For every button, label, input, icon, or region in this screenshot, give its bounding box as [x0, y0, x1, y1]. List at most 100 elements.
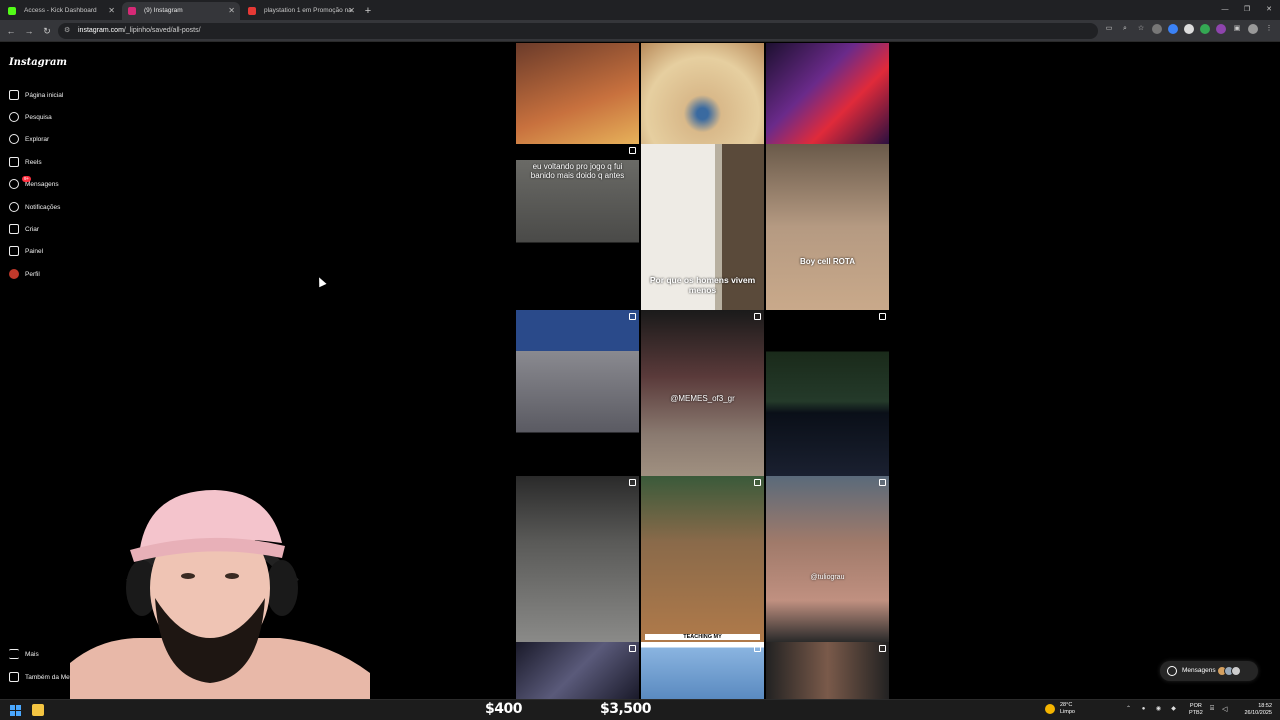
search-icon — [9, 112, 19, 122]
extension-green-icon[interactable] — [1200, 24, 1210, 34]
reel-icon — [629, 645, 636, 652]
sidebar-item-create[interactable]: Criar — [9, 222, 39, 236]
weather-widget[interactable]: 28°C Limpo — [1045, 702, 1075, 716]
post-tile[interactable]: @tuliograu — [766, 476, 889, 642]
back-icon[interactable]: ← — [4, 23, 18, 39]
tab-title: (9) Instagram — [144, 7, 183, 14]
messenger-icon — [1167, 666, 1177, 676]
extension-blue-icon[interactable] — [1168, 24, 1178, 34]
post-tile[interactable]: eu voltando pro jogo q fui banido mais d… — [516, 144, 639, 260]
forward-icon[interactable]: → — [22, 23, 36, 39]
instagram-logo[interactable]: Instagram — [9, 57, 67, 68]
weather-desc: Limpo — [1060, 709, 1075, 715]
extensions-puzzle-icon[interactable]: ▣ — [1232, 24, 1242, 34]
maximize-icon[interactable]: ❐ — [1236, 0, 1258, 20]
meta-icon — [9, 672, 19, 682]
shop-favicon-icon — [248, 7, 256, 15]
post-caption: eu voltando pro jogo q fui banido mais d… — [530, 162, 625, 180]
chevron-up-icon[interactable]: ⌃ — [1124, 705, 1133, 714]
weather-sun-icon — [1045, 704, 1055, 714]
close-tab-icon[interactable]: ✕ — [108, 2, 115, 20]
sidebar-item-home[interactable]: Página inicial — [9, 88, 63, 102]
tab-title: playstation 1 em Promoção na — [264, 7, 352, 14]
extension-shield-icon[interactable] — [1152, 24, 1162, 34]
browser-tab-kick[interactable]: Access - Kick Dashboard ✕ — [2, 2, 120, 20]
sidebar-item-profile[interactable]: Perfil — [9, 267, 40, 281]
streamer-webcam-image — [70, 490, 370, 700]
sidebar-item-search[interactable]: Pesquisa — [9, 110, 52, 124]
extension-purple-icon[interactable] — [1216, 24, 1226, 34]
sidebar-item-more[interactable]: Mais — [9, 647, 39, 661]
post-tile[interactable]: @MEMES_of3_gr — [641, 310, 764, 476]
browser-menu-icon[interactable]: ⋮ — [1264, 24, 1274, 34]
cast-icon[interactable]: ▭ — [1104, 24, 1114, 34]
reel-icon — [629, 479, 636, 486]
extension-white-icon[interactable] — [1184, 24, 1194, 34]
post-tile[interactable] — [516, 476, 639, 642]
sidebar-item-label: Notificações — [25, 203, 61, 211]
sidebar-item-label: Página inicial — [25, 91, 64, 99]
post-caption: Por que os homens vivem menos — [649, 275, 756, 295]
reload-icon[interactable]: ↻ — [40, 23, 54, 39]
post-tile[interactable] — [516, 310, 639, 446]
post-tile[interactable]: Boy cell ROTA — [766, 144, 889, 310]
file-explorer-icon[interactable] — [32, 704, 44, 716]
sidebar-item-label: Reels — [25, 158, 42, 166]
post-tile[interactable] — [766, 310, 889, 476]
browser-tab-bar: Access - Kick Dashboard ✕ (9) Instagram … — [0, 0, 1280, 20]
close-tab-icon[interactable]: ✕ — [348, 2, 355, 20]
post-tile[interactable] — [766, 642, 889, 699]
home-icon — [9, 90, 19, 100]
reel-icon — [754, 313, 761, 320]
webcam-overlay — [70, 488, 370, 700]
bookmark-star-icon[interactable]: ☆ — [1136, 24, 1146, 34]
close-tab-icon[interactable]: ✕ — [228, 2, 235, 20]
browser-tab-shopping[interactable]: playstation 1 em Promoção na ✕ — [242, 2, 360, 20]
tray-app-icon[interactable]: ● — [1139, 705, 1148, 714]
overlay-money-left: $400 — [485, 701, 522, 717]
tray-app-icon[interactable]: ◉ — [1154, 705, 1163, 714]
sidebar-item-notifications[interactable]: Notificações — [9, 200, 60, 214]
close-window-icon[interactable]: ✕ — [1258, 0, 1280, 20]
new-tab-button[interactable]: + — [360, 2, 376, 20]
profile-avatar-icon[interactable] — [1248, 24, 1258, 34]
post-tile[interactable]: Por que os homens vivem menos — [641, 144, 764, 310]
sidebar-item-explore[interactable]: Explorar — [9, 132, 49, 146]
clock-date: 26/10/2025 — [1244, 710, 1272, 716]
post-tile[interactable] — [516, 43, 639, 144]
messages-pill-label: Mensagens — [1182, 667, 1216, 674]
sidebar-item-label: Mensagens — [25, 180, 59, 188]
site-info-icon[interactable]: ⚙ — [64, 23, 70, 39]
tray-app-icon[interactable]: ◆ — [1169, 705, 1178, 714]
sidebar-item-label: Criar — [25, 225, 40, 233]
reels-icon — [9, 157, 19, 167]
heart-icon — [9, 202, 19, 212]
sidebar-item-reels[interactable]: Reels — [9, 155, 42, 169]
dashboard-icon — [9, 246, 19, 256]
input-language[interactable]: POR PTB2 — [1189, 703, 1203, 717]
overlay-money-right: $3,500 — [600, 701, 652, 717]
volume-icon[interactable]: ◁ — [1222, 705, 1227, 713]
windows-start-icon[interactable] — [10, 705, 21, 716]
browser-tab-instagram[interactable]: (9) Instagram ✕ — [122, 2, 240, 20]
sidebar-item-also-from-meta[interactable]: Também da Meta — [9, 670, 75, 684]
post-tile[interactable] — [641, 642, 764, 699]
lang-top: POR — [1189, 703, 1202, 709]
post-caption: TEACHING MY — [645, 634, 760, 640]
post-tile[interactable] — [766, 43, 889, 144]
system-clock[interactable]: 18:52 26/10/2025 — [1238, 703, 1272, 717]
network-icon[interactable]: ⌸ — [1210, 705, 1214, 713]
lang-bottom: PTB2 — [1189, 710, 1203, 716]
reel-icon — [629, 147, 636, 154]
tab-title: Access - Kick Dashboard — [24, 7, 97, 14]
post-tile[interactable] — [516, 642, 639, 699]
zoom-icon[interactable]: ⌕ — [1120, 24, 1130, 34]
minimize-icon[interactable]: — — [1214, 0, 1236, 20]
messages-floating-button[interactable]: Mensagens — [1160, 661, 1258, 681]
post-tile[interactable] — [641, 43, 764, 144]
post-caption: @tuliograu — [810, 574, 845, 581]
address-bar[interactable]: ⚙ instagram.com/_lipinho/saved/all-posts… — [58, 23, 1098, 39]
sidebar-item-dashboard[interactable]: Painel — [9, 244, 43, 258]
sidebar-item-messages[interactable]: 9+ Mensagens — [9, 176, 59, 191]
post-tile[interactable]: TEACHING MY — [641, 476, 764, 642]
